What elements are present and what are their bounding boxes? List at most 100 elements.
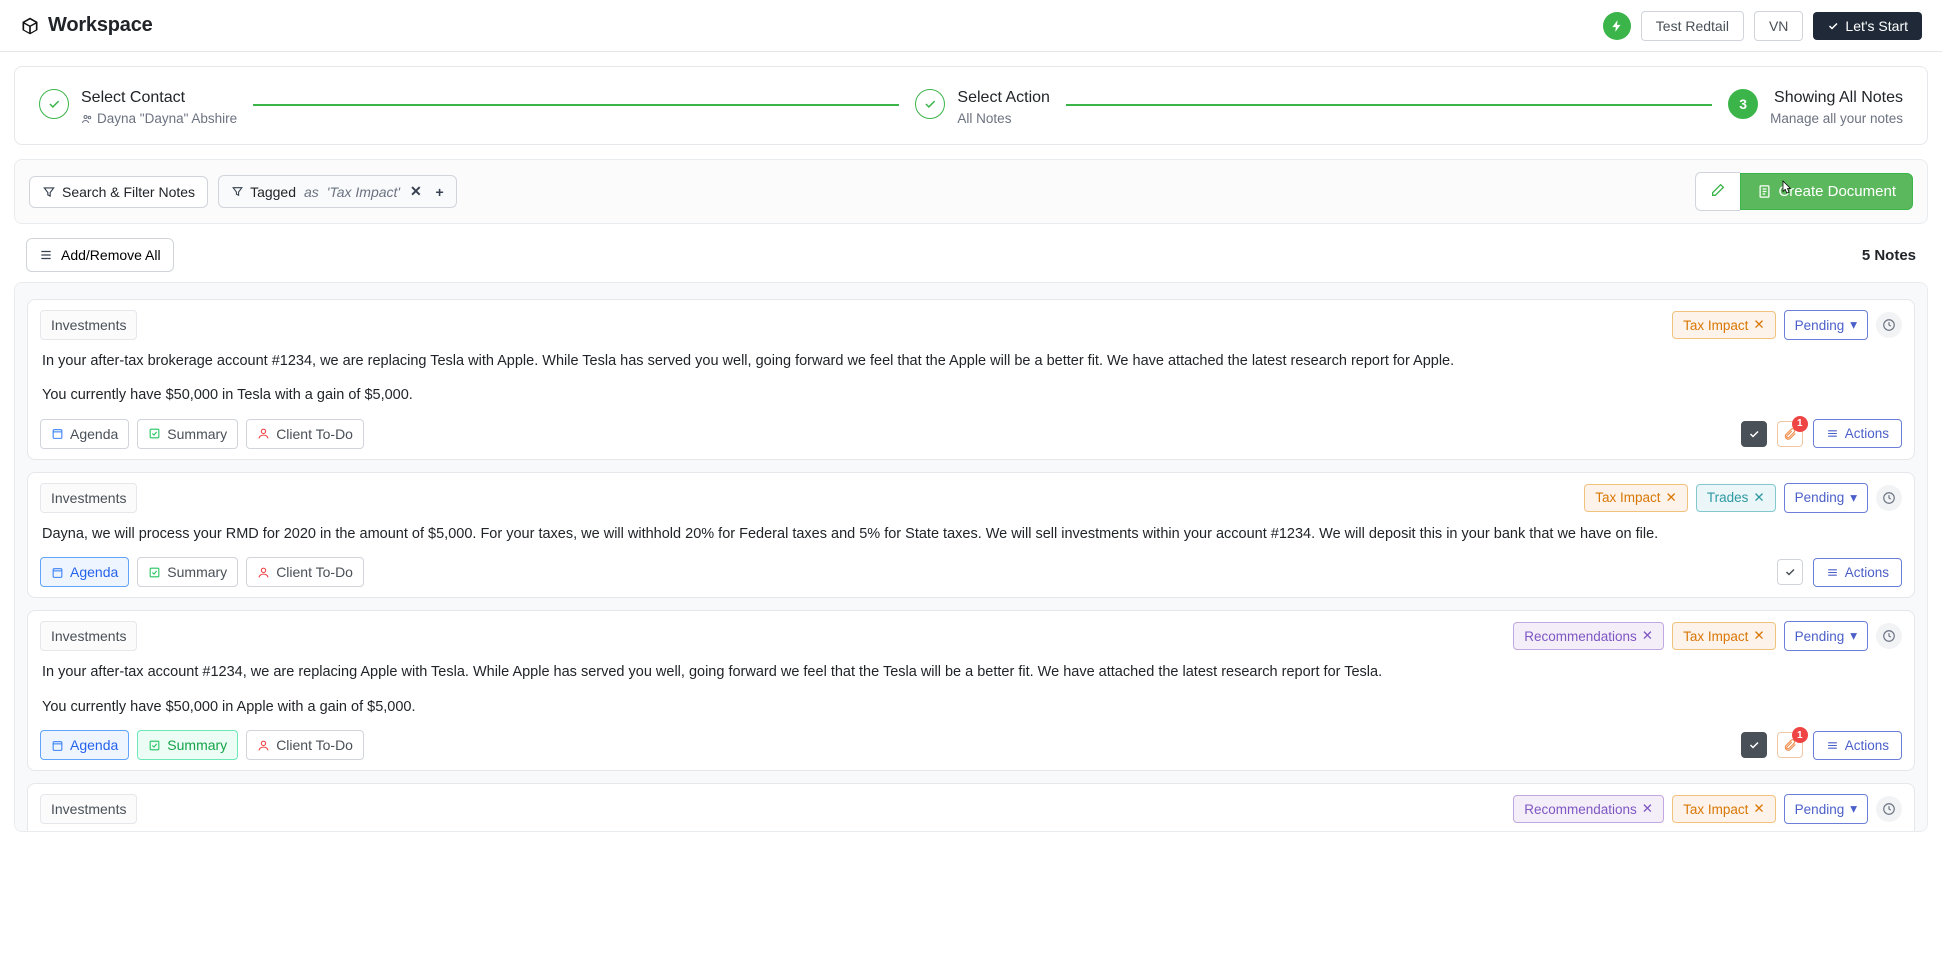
cursor-icon bbox=[1777, 178, 1795, 196]
search-filter-button[interactable]: Search & Filter Notes bbox=[29, 176, 208, 208]
status-dropdown[interactable]: Pending▾ bbox=[1784, 310, 1868, 340]
calendar-icon bbox=[51, 566, 64, 579]
test-redtail-button[interactable]: Test Redtail bbox=[1641, 11, 1744, 41]
tag-recommendations[interactable]: Recommendations✕ bbox=[1513, 622, 1664, 650]
step2-subtitle: All Notes bbox=[957, 111, 1050, 126]
vn-button[interactable]: VN bbox=[1754, 11, 1803, 41]
note-text: In your after-tax brokerage account #123… bbox=[42, 350, 1900, 372]
filter-tagged-chip: Tagged as 'Tax Impact' ✕ + bbox=[218, 175, 457, 208]
remove-filter-icon[interactable]: ✕ bbox=[406, 183, 422, 200]
remove-tag-icon[interactable]: ✕ bbox=[1753, 317, 1764, 333]
notes-list[interactable]: Investments Tax Impact✕ Pending▾ In your… bbox=[14, 282, 1928, 832]
topbar-right: Test Redtail VN Let's Start bbox=[1603, 11, 1922, 41]
status-dropdown[interactable]: Pending▾ bbox=[1784, 621, 1868, 651]
remove-tag-icon[interactable]: ✕ bbox=[1753, 490, 1764, 506]
tag-icon bbox=[231, 185, 244, 198]
edit-button[interactable] bbox=[1695, 172, 1740, 211]
check-square-icon bbox=[148, 739, 161, 752]
workspace-title: Workspace bbox=[48, 14, 153, 37]
history-icon[interactable] bbox=[1876, 796, 1902, 822]
check-square-icon bbox=[148, 566, 161, 579]
note-card: Investments Recommendations✕ Tax Impact✕… bbox=[27, 610, 1915, 771]
step1-check-icon bbox=[39, 89, 69, 119]
tag-trades[interactable]: Trades✕ bbox=[1696, 484, 1776, 512]
client-todo-button[interactable]: Client To-Do bbox=[246, 730, 364, 760]
note-text: You currently have $50,000 in Tesla with… bbox=[42, 384, 1900, 406]
lets-start-button[interactable]: Let's Start bbox=[1813, 12, 1922, 40]
menu-icon bbox=[1826, 739, 1839, 752]
progress-steps: Select Contact Dayna "Dayna" Abshire Sel… bbox=[14, 66, 1928, 145]
tag-tax-impact[interactable]: Tax Impact✕ bbox=[1672, 795, 1776, 823]
step2-title: Select Action bbox=[957, 89, 1050, 107]
note-text: Dayna, we will process your RMD for 2020… bbox=[42, 523, 1900, 545]
agenda-button[interactable]: Agenda bbox=[40, 419, 129, 449]
tagged-as: as bbox=[304, 184, 319, 200]
bolt-icon[interactable] bbox=[1603, 12, 1631, 40]
attachment-button[interactable]: 1 bbox=[1777, 421, 1803, 447]
step1-subtitle: Dayna "Dayna" Abshire bbox=[81, 111, 237, 126]
step-select-action[interactable]: Select Action All Notes bbox=[915, 89, 1050, 126]
list-header: Add/Remove All 5 Notes bbox=[26, 238, 1916, 272]
step-connector bbox=[1066, 104, 1712, 106]
filter-bar: Search & Filter Notes Tagged as 'Tax Imp… bbox=[14, 159, 1928, 224]
menu-icon bbox=[1826, 427, 1839, 440]
remove-tag-icon[interactable]: ✕ bbox=[1666, 490, 1677, 506]
actions-button[interactable]: Actions bbox=[1813, 731, 1902, 760]
note-category[interactable]: Investments bbox=[40, 621, 137, 651]
attachment-count: 1 bbox=[1792, 416, 1808, 432]
status-dropdown[interactable]: Pending▾ bbox=[1784, 794, 1868, 824]
summary-button[interactable]: Summary bbox=[137, 557, 238, 587]
cube-icon bbox=[20, 16, 40, 36]
note-body: In your after-tax brokerage account #123… bbox=[40, 350, 1902, 407]
step-select-contact[interactable]: Select Contact Dayna "Dayna" Abshire bbox=[39, 89, 237, 126]
attachment-button[interactable]: 1 bbox=[1777, 732, 1803, 758]
tag-tax-impact[interactable]: Tax Impact✕ bbox=[1584, 484, 1688, 512]
status-dropdown[interactable]: Pending▾ bbox=[1784, 483, 1868, 513]
summary-button[interactable]: Summary bbox=[137, 419, 238, 449]
note-category[interactable]: Investments bbox=[40, 483, 137, 513]
step2-check-icon bbox=[915, 89, 945, 119]
note-card: Investments Tax Impact✕ Trades✕ Pending▾… bbox=[27, 472, 1915, 598]
remove-tag-icon[interactable]: ✕ bbox=[1753, 801, 1764, 817]
history-icon[interactable] bbox=[1876, 312, 1902, 338]
remove-tag-icon[interactable]: ✕ bbox=[1642, 801, 1653, 817]
remove-tag-icon[interactable]: ✕ bbox=[1753, 628, 1764, 644]
actions-button[interactable]: Actions bbox=[1813, 419, 1902, 448]
checkbox[interactable] bbox=[1741, 421, 1767, 447]
calendar-icon bbox=[51, 427, 64, 440]
client-todo-button[interactable]: Client To-Do bbox=[246, 419, 364, 449]
search-filter-label: Search & Filter Notes bbox=[62, 184, 195, 200]
note-text: In your after-tax account #1234, we are … bbox=[42, 661, 1900, 683]
user-icon bbox=[257, 739, 270, 752]
history-icon[interactable] bbox=[1876, 623, 1902, 649]
pencil-icon bbox=[1710, 182, 1726, 198]
create-document-button[interactable]: Create Document bbox=[1740, 173, 1913, 210]
note-card: Investments Tax Impact✕ Pending▾ In your… bbox=[27, 299, 1915, 460]
create-document-label: Create Document bbox=[1778, 183, 1896, 200]
tag-tax-impact[interactable]: Tax Impact✕ bbox=[1672, 622, 1776, 650]
tag-tax-impact[interactable]: Tax Impact✕ bbox=[1672, 311, 1776, 339]
note-text: You currently have $50,000 in Apple with… bbox=[42, 696, 1900, 718]
step-connector bbox=[253, 104, 899, 106]
attachment-count: 1 bbox=[1792, 727, 1808, 743]
check-icon bbox=[1827, 20, 1839, 32]
note-category[interactable]: Investments bbox=[40, 310, 137, 340]
note-category[interactable]: Investments bbox=[40, 794, 137, 824]
client-todo-button[interactable]: Client To-Do bbox=[246, 557, 364, 587]
add-remove-all-button[interactable]: Add/Remove All bbox=[26, 238, 174, 272]
history-icon[interactable] bbox=[1876, 485, 1902, 511]
contacts-icon bbox=[81, 113, 93, 125]
chevron-down-icon: ▾ bbox=[1850, 628, 1857, 644]
tag-recommendations[interactable]: Recommendations✕ bbox=[1513, 795, 1664, 823]
add-filter-icon[interactable]: + bbox=[428, 184, 444, 200]
chevron-down-icon: ▾ bbox=[1850, 317, 1857, 333]
remove-tag-icon[interactable]: ✕ bbox=[1642, 628, 1653, 644]
checkbox[interactable] bbox=[1777, 559, 1803, 585]
agenda-button[interactable]: Agenda bbox=[40, 557, 129, 587]
topbar-left: Workspace bbox=[20, 14, 153, 37]
agenda-button[interactable]: Agenda bbox=[40, 730, 129, 760]
checkbox[interactable] bbox=[1741, 732, 1767, 758]
summary-button[interactable]: Summary bbox=[137, 730, 238, 760]
actions-button[interactable]: Actions bbox=[1813, 558, 1902, 587]
step3-title: Showing All Notes bbox=[1774, 89, 1903, 107]
